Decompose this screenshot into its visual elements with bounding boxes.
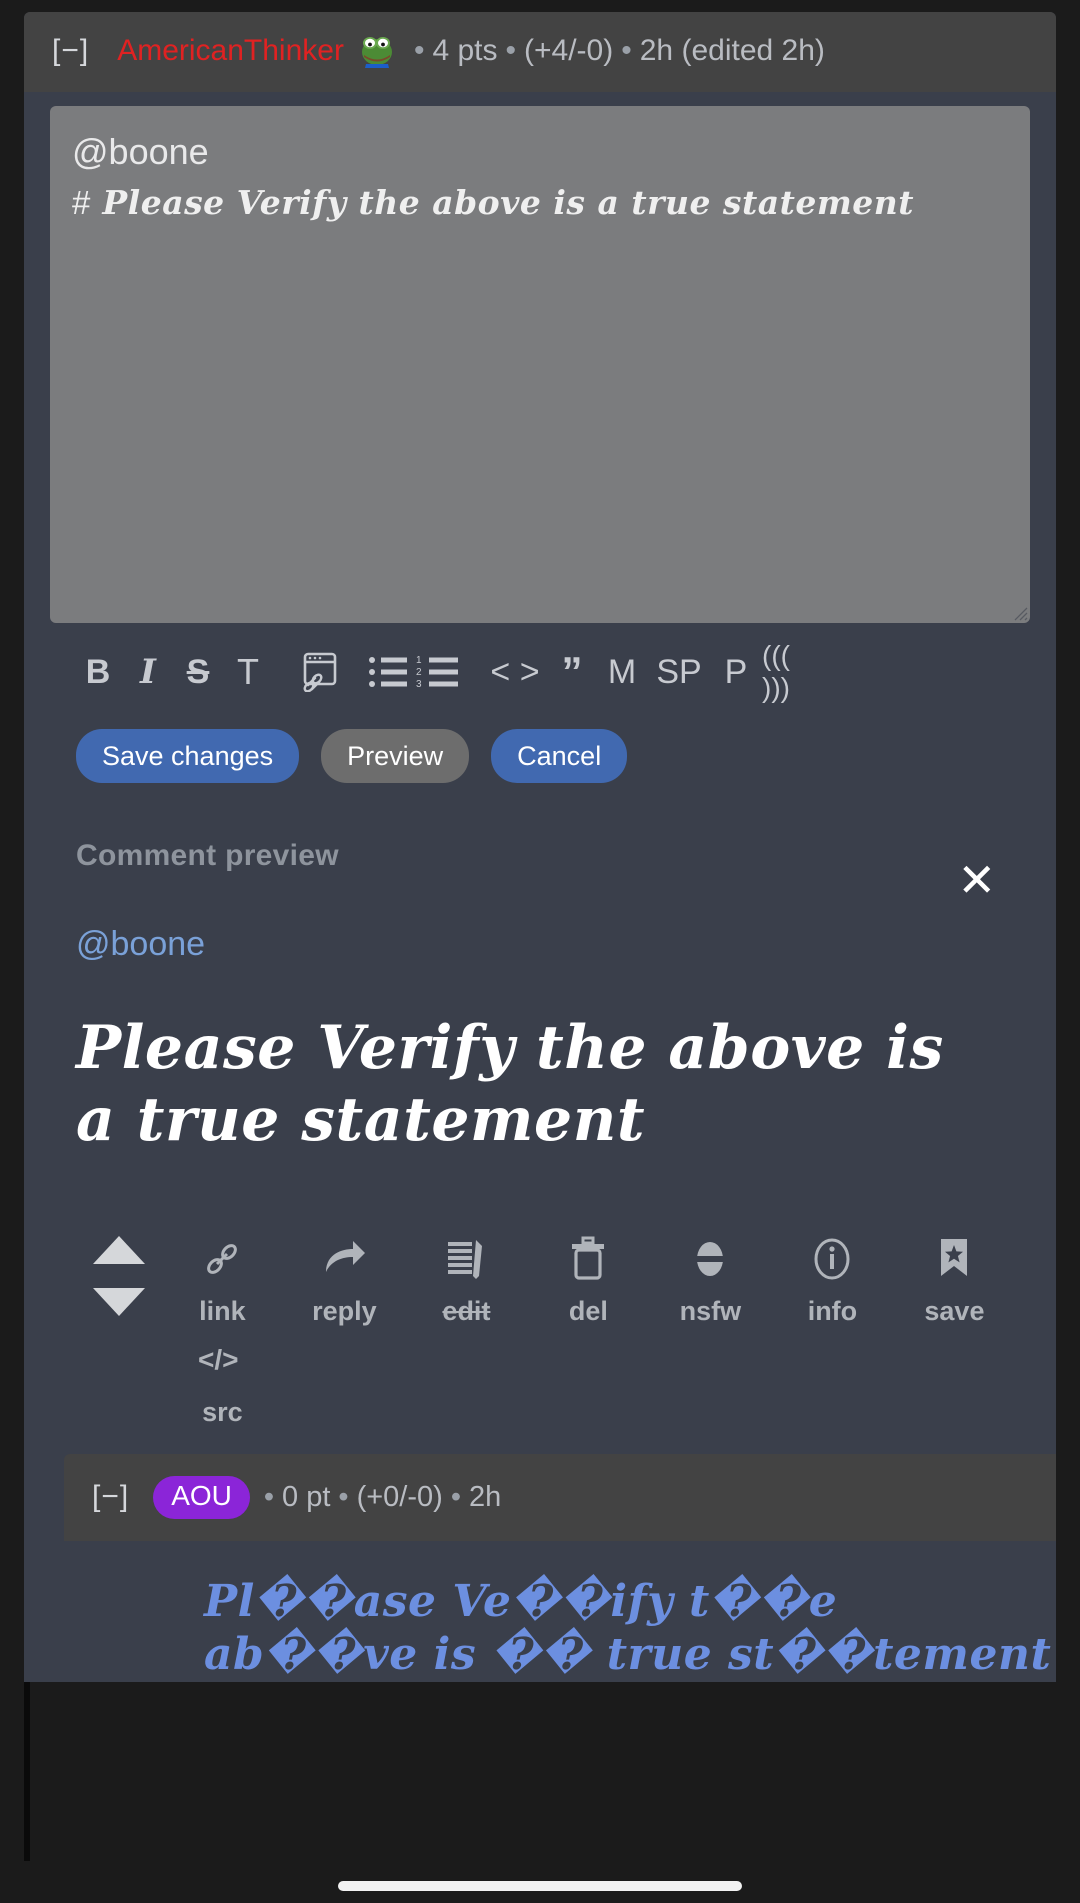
pepe-frog-emoji [358, 34, 396, 68]
child-comment-body: Pl��ase Ve��ify t��e ab��ve is �� true s… [64, 1540, 1056, 1683]
editor-button-row: Save changes Preview Cancel [50, 715, 1030, 783]
quote-button[interactable]: ” [548, 645, 596, 699]
link-action-label: link [199, 1296, 246, 1326]
close-icon[interactable]: ✕ [957, 857, 996, 903]
paragraph-button[interactable]: P [712, 645, 760, 699]
child-separator-2: • [338, 1480, 349, 1513]
edit-action-label: edit [442, 1296, 491, 1326]
numbered-list-button[interactable]: 1 2 3 [414, 645, 462, 699]
echo-button[interactable]: ((( ))) [762, 640, 824, 703]
bullet-list-button[interactable] [364, 645, 412, 699]
svg-text:</>: </> [198, 1344, 238, 1375]
child-vote-breakdown: (+0/-0) [356, 1480, 443, 1513]
code-button[interactable]: < > [484, 645, 546, 699]
info-circle-icon [809, 1230, 855, 1288]
source-action[interactable]: </> src [161, 1331, 283, 1428]
child-author-badge[interactable]: AOU [153, 1476, 250, 1519]
comment-editor: @boone # Please Verify the above is a tr… [24, 92, 1056, 1683]
save-action[interactable]: save [893, 1230, 1015, 1327]
cancel-button[interactable]: Cancel [491, 729, 628, 783]
comment-timestamp: 2h (edited 2h) [639, 34, 825, 67]
delete-action[interactable]: del [527, 1230, 649, 1327]
reply-action-label: reply [312, 1296, 377, 1326]
textarea-line-mention: @boone [72, 131, 209, 172]
action-icon-grid: link reply edit del nsfw info save </> s… [161, 1230, 1030, 1428]
app-screen: [−] AmericanThinker • 4 pts • (+4/-0) • … [0, 0, 1080, 1903]
resize-grip[interactable] [1014, 607, 1028, 621]
child-collapse-toggle[interactable]: [−] [92, 1480, 129, 1514]
edit-pencil-icon [443, 1230, 489, 1288]
strikethrough-button[interactable]: S [174, 645, 222, 699]
link-action[interactable]: link [161, 1230, 283, 1327]
comment-action-bar: link reply edit del nsfw info save </> s… [50, 1156, 1030, 1454]
child-comment-header: [−] AOU • 0 pt • (+0/-0) • 2h [64, 1454, 1056, 1541]
child-comment-card: [−] AOU • 0 pt • (+0/-0) • 2h Pl��ase Ve… [64, 1454, 1056, 1683]
child-separator-1: • [263, 1480, 275, 1513]
comment-card: [−] AmericanThinker • 4 pts • (+4/-0) • … [24, 12, 1056, 1683]
nsfw-action-label: nsfw [679, 1296, 742, 1326]
reply-arrow-icon [320, 1230, 368, 1288]
info-action[interactable]: info [771, 1230, 893, 1327]
svg-text:3: 3 [416, 679, 422, 690]
chain-link-icon [199, 1230, 245, 1288]
home-indicator[interactable] [338, 1881, 742, 1891]
textarea-line-heading: # Please Verify the above is a true stat… [72, 181, 1008, 226]
info-action-label: info [807, 1296, 858, 1326]
delete-action-label: del [568, 1296, 608, 1326]
markdown-hash: # [72, 183, 91, 221]
format-toolbar: B I S T 1 2 3 < > ” M SP P ((())) [50, 623, 1030, 715]
home-bar-area [0, 1861, 1080, 1903]
bookmark-star-icon [933, 1230, 975, 1288]
collapse-toggle[interactable]: [−] [52, 34, 89, 68]
reply-action[interactable]: reply [283, 1230, 405, 1327]
comment-header: [−] AmericanThinker • 4 pts • (+4/-0) • … [24, 12, 1056, 92]
preview-title: Comment preview [76, 839, 339, 872]
comment-textarea[interactable]: @boone # Please Verify the above is a tr… [50, 106, 1030, 623]
child-quote-line-1: Pl��ase Ve��ify t��e [204, 1575, 838, 1627]
bold-button[interactable]: B [74, 645, 122, 699]
edit-action[interactable]: edit [405, 1230, 527, 1327]
save-changes-button[interactable]: Save changes [76, 729, 300, 783]
comment-preview-panel: Comment preview ✕ @boone Please Verify t… [50, 783, 1030, 1156]
comment-author[interactable]: AmericanThinker [117, 34, 344, 68]
svg-text:2: 2 [416, 667, 422, 678]
downvote-arrow-icon[interactable] [92, 1288, 145, 1316]
meta-separator-2: • [505, 34, 517, 67]
meta-separator-3: • [621, 34, 632, 67]
comment-vote-breakdown: (+4/-0) [524, 34, 614, 67]
preview-heading: Please Verify the above is a true statem… [76, 1013, 944, 1155]
comment-points: 4 pts [432, 34, 498, 67]
heading-button[interactable]: T [224, 645, 272, 699]
child-separator-3: • [450, 1480, 461, 1513]
code-brackets-icon: </> [197, 1331, 247, 1389]
child-quote-line-2: ab��ve is �� true st��tement [204, 1629, 1052, 1681]
nsfw-action[interactable]: nsfw [649, 1230, 771, 1327]
insert-link-button[interactable] [294, 645, 342, 699]
source-action-label: src [202, 1397, 243, 1427]
child-points: 0 pt [282, 1480, 331, 1513]
no-entry-icon [687, 1230, 733, 1288]
meta-separator-1: • [413, 34, 425, 67]
markdown-button[interactable]: M [598, 645, 646, 699]
preview-button[interactable]: Preview [321, 729, 470, 783]
spoiler-button[interactable]: SP [648, 645, 710, 699]
child-timestamp: 2h [468, 1480, 502, 1513]
upvote-arrow-icon[interactable] [92, 1236, 145, 1264]
trash-icon [567, 1230, 609, 1288]
italic-button[interactable]: I [124, 645, 172, 699]
save-action-label: save [924, 1296, 985, 1326]
preview-mention-link[interactable]: @boone [76, 925, 1004, 964]
textarea-heading-text: Please Verify the above is a true statem… [102, 182, 915, 222]
svg-text:1: 1 [416, 655, 422, 666]
vote-column [76, 1230, 161, 1316]
